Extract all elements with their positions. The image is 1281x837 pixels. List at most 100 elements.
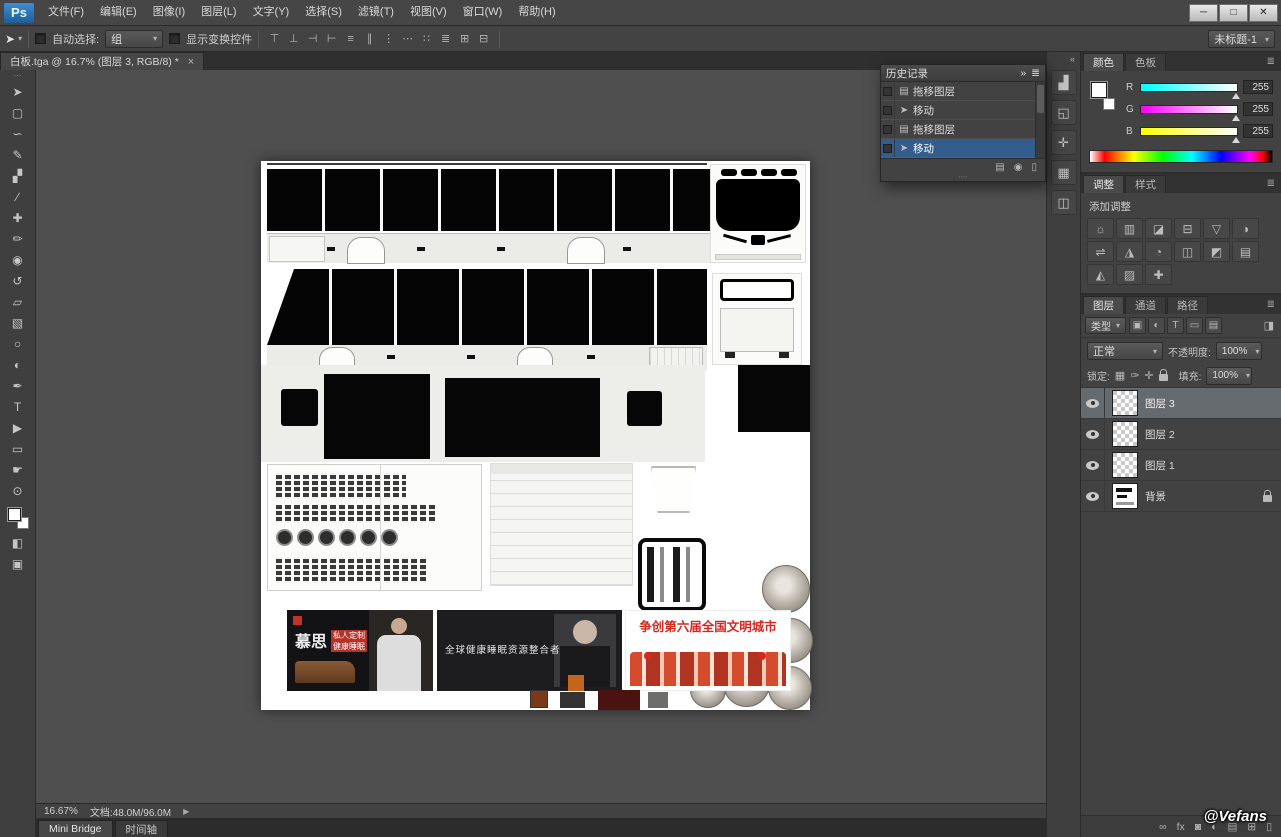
layer-thumbnail[interactable]: [1112, 421, 1138, 447]
blur-tool[interactable]: ○: [4, 333, 32, 354]
clone-stamp-tool[interactable]: ◉: [4, 249, 32, 270]
blue-slider[interactable]: [1140, 127, 1238, 136]
red-value-field[interactable]: 255: [1243, 80, 1273, 94]
quick-mask-button[interactable]: ◧: [4, 532, 32, 553]
color-spectrum-ramp[interactable]: [1089, 150, 1273, 163]
histogram-panel-icon[interactable]: ▟: [1051, 70, 1077, 95]
gradient-tool[interactable]: ▧: [4, 312, 32, 333]
workspace-switcher[interactable]: 未标题-1 ▾: [1208, 30, 1275, 48]
threshold-icon[interactable]: ◭: [1087, 264, 1114, 285]
brush-tool[interactable]: ✏: [4, 228, 32, 249]
auto-select-dropdown[interactable]: 组 ▾: [105, 30, 163, 48]
align-top-edges-icon[interactable]: ⊤: [265, 29, 284, 48]
layer-visibility-toggle[interactable]: [1081, 419, 1105, 449]
panel-menu-icon[interactable]: ≣: [1261, 178, 1281, 189]
document-canvas[interactable]: 慕思 私人定制 健康睡眠 全球健康睡眠资源整合者 争创第六届全国文明城市: [261, 161, 810, 710]
show-transform-checkbox[interactable]: [169, 33, 180, 44]
menu-item[interactable]: 编辑(E): [92, 0, 145, 25]
panel-menu-icon[interactable]: ≣: [1261, 56, 1281, 67]
type-tool[interactable]: T: [4, 396, 32, 417]
close-button[interactable]: ✕: [1249, 4, 1278, 22]
fill-dropdown[interactable]: 100% ▾: [1206, 367, 1252, 385]
current-tool-button[interactable]: ➤ ▾: [5, 32, 22, 46]
align-bottom-edges-icon[interactable]: ∥: [360, 29, 379, 48]
invert-icon[interactable]: ◩: [1203, 241, 1230, 262]
screen-mode-button[interactable]: ▣: [4, 553, 32, 574]
green-slider[interactable]: [1140, 105, 1238, 114]
color-swatches[interactable]: [6, 506, 30, 530]
properties-panel-icon[interactable]: ▦: [1051, 160, 1077, 185]
eraser-tool[interactable]: ▱: [4, 291, 32, 312]
dodge-tool[interactable]: ◐: [4, 354, 32, 375]
auto-select-checkbox[interactable]: [35, 33, 46, 44]
new-snapshot-icon[interactable]: ◉: [1014, 162, 1023, 173]
tab-layers[interactable]: 图层: [1083, 296, 1124, 314]
lock-transparency-icon[interactable]: ▦: [1115, 369, 1125, 382]
auto-align-icon[interactable]: ⊞: [455, 29, 474, 48]
status-options-arrow-icon[interactable]: ▶: [183, 807, 189, 816]
history-brush-tool[interactable]: ↺: [4, 270, 32, 291]
delete-layer-icon[interactable]: ▯: [1266, 821, 1272, 833]
layer-row-background[interactable]: 背景: [1081, 481, 1281, 512]
distribute-left-edges-icon[interactable]: ≣: [436, 29, 455, 48]
zoom-level[interactable]: 16.67%: [44, 806, 78, 817]
hand-tool[interactable]: ☛: [4, 459, 32, 480]
menu-item[interactable]: 文字(Y): [245, 0, 298, 25]
menu-item[interactable]: 文件(F): [40, 0, 92, 25]
menu-item[interactable]: 滤镜(T): [350, 0, 402, 25]
menu-item[interactable]: 帮助(H): [510, 0, 563, 25]
panel-resize-grip[interactable]: ∙∙∙∙: [881, 175, 1045, 181]
tab-mini-bridge[interactable]: Mini Bridge: [38, 820, 113, 837]
tab-color[interactable]: 颜色: [1083, 53, 1124, 71]
curves-icon[interactable]: ◪: [1145, 218, 1172, 239]
lock-all-icon[interactable]: [1159, 374, 1168, 381]
vibrance-icon[interactable]: ▽: [1203, 218, 1230, 239]
red-slider[interactable]: [1140, 83, 1238, 92]
move-tool[interactable]: ➤: [4, 81, 32, 102]
posterize-icon[interactable]: ▤: [1232, 241, 1259, 262]
pen-tool[interactable]: ✒: [4, 375, 32, 396]
align-right-edges-icon[interactable]: ⊢: [322, 29, 341, 48]
foreground-color-swatch[interactable]: [7, 507, 22, 522]
history-item-selected[interactable]: ➤ 移动: [881, 139, 1035, 158]
menu-item[interactable]: 图层(L): [193, 0, 244, 25]
photo-filter-icon[interactable]: ◔: [1145, 241, 1172, 262]
layer-row[interactable]: 图层 1: [1081, 450, 1281, 481]
foreground-color-swatch[interactable]: [1090, 81, 1108, 99]
filter-smart-objects-icon[interactable]: ▤: [1205, 317, 1222, 334]
history-item[interactable]: ▤ 拖移图层: [881, 82, 1035, 101]
lock-pixels-icon[interactable]: ✑: [1130, 369, 1139, 382]
tab-adjustments[interactable]: 调整: [1083, 175, 1124, 193]
navigator-panel-icon[interactable]: ◱: [1051, 100, 1077, 125]
history-item[interactable]: ➤ 移动: [881, 101, 1035, 120]
zoom-tool[interactable]: ⊙: [4, 480, 32, 501]
blend-mode-dropdown[interactable]: 正常 ▾: [1087, 342, 1163, 360]
close-icon[interactable]: ×: [188, 56, 194, 68]
menu-item[interactable]: 选择(S): [297, 0, 350, 25]
layer-thumbnail[interactable]: [1112, 483, 1138, 509]
tab-styles[interactable]: 样式: [1125, 175, 1166, 193]
history-source-checkbox[interactable]: [881, 101, 895, 119]
layer-effects-icon[interactable]: fx: [1177, 821, 1185, 833]
history-source-checkbox[interactable]: [881, 139, 895, 157]
delete-state-icon[interactable]: ▯: [1031, 162, 1037, 173]
exposure-icon[interactable]: ⊟: [1174, 218, 1201, 239]
layer-thumbnail[interactable]: [1112, 452, 1138, 478]
gradient-map-icon[interactable]: ▨: [1116, 264, 1143, 285]
info-panel-icon[interactable]: ✛: [1051, 130, 1077, 155]
distribute-bottom-edges-icon[interactable]: ∷: [417, 29, 436, 48]
minimize-button[interactable]: ─: [1189, 4, 1218, 22]
panel-menu-icon[interactable]: ≣: [1261, 299, 1281, 310]
channel-mixer-icon[interactable]: ◫: [1174, 241, 1201, 262]
layer-visibility-toggle[interactable]: [1081, 450, 1105, 480]
tab-timeline[interactable]: 时间轴: [115, 820, 169, 837]
background-color-swatch[interactable]: [1103, 98, 1115, 110]
layer-filter-kind-dropdown[interactable]: 类型 ▾: [1085, 317, 1126, 334]
color-balance-icon[interactable]: ⇌: [1087, 241, 1114, 262]
tab-paths[interactable]: 路径: [1167, 296, 1208, 314]
shape-tool[interactable]: ▭: [4, 438, 32, 459]
link-layers-icon[interactable]: ∞: [1159, 821, 1167, 833]
layer-filter-toggle-icon[interactable]: ◨: [1264, 319, 1277, 332]
align-left-edges-icon[interactable]: ⊣: [303, 29, 322, 48]
tab-swatches[interactable]: 色板: [1125, 53, 1166, 71]
